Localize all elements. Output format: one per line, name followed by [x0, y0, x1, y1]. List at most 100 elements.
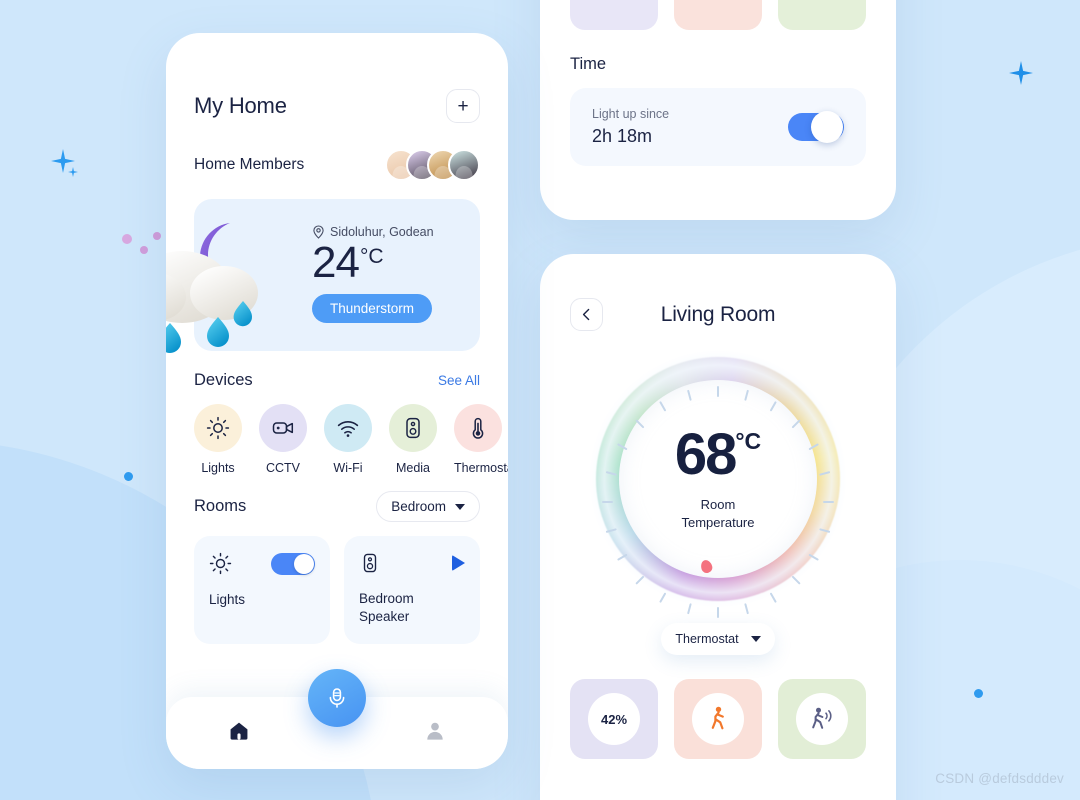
- avatar[interactable]: [448, 149, 480, 181]
- home-icon: [230, 722, 248, 740]
- sun-brightness-icon: [206, 416, 230, 440]
- devices-title: Devices: [194, 371, 253, 389]
- light-toggle[interactable]: [788, 111, 844, 143]
- device-lights[interactable]: Lights: [194, 404, 242, 475]
- decorative-dot: [153, 232, 161, 240]
- device-cctv[interactable]: CCTV: [259, 404, 307, 475]
- sensor-tile-motion[interactable]: [778, 679, 866, 759]
- plus-icon: +: [457, 95, 469, 117]
- dial-tick: [687, 603, 692, 615]
- humidity-value: 42%: [600, 711, 628, 727]
- mode-select[interactable]: Thermostat: [661, 623, 775, 655]
- light-up-since-value: 2h 18m: [592, 126, 653, 146]
- sun-brightness-icon: [209, 552, 232, 575]
- devices-strip: Lights CCTV Wi-Fi Media Thermost: [194, 404, 508, 475]
- profile-icon: [427, 722, 443, 740]
- video-camera-icon: [272, 422, 294, 434]
- device-label: CCTV: [265, 461, 301, 475]
- dial-tick: [744, 603, 749, 615]
- dial-tick: [659, 592, 667, 603]
- weather-condition-pill[interactable]: Thunderstorm: [312, 293, 433, 323]
- device-thermostat[interactable]: Thermostat: [454, 404, 508, 475]
- device-media[interactable]: Media: [389, 404, 437, 475]
- temperature-dial[interactable]: 68 °C Room Temperature: [584, 345, 852, 618]
- living-room-panel: Living Room 68 °C Room Temperature Therm…: [540, 254, 896, 800]
- room-select[interactable]: Bedroom: [376, 491, 480, 522]
- page-title: My Home: [194, 93, 287, 118]
- light-up-since-card[interactable]: Light up since 2h 18m: [570, 88, 866, 166]
- dial-tick: [769, 592, 777, 603]
- device-wifi[interactable]: Wi-Fi: [324, 404, 372, 475]
- dial-temperature-value: 68: [674, 421, 737, 487]
- decorative-dot: [974, 689, 983, 698]
- weather-location-text: Sidoluhur, Godean: [330, 225, 434, 239]
- sensor-card-motion[interactable]: Motion Sensor: [778, 0, 866, 30]
- humidity-value-bubble: 42%: [588, 693, 640, 745]
- walking-person-icon: [711, 706, 724, 730]
- wifi-icon: [337, 421, 359, 437]
- device-label: Lights: [201, 461, 235, 475]
- rain-cloud-moon-icon: [166, 223, 258, 353]
- microphone-icon: [329, 688, 345, 708]
- room-select-value: Bedroom: [391, 499, 446, 514]
- room-card-lights[interactable]: Lights: [194, 536, 330, 645]
- sparkle-icon-right: [1008, 60, 1034, 86]
- play-button[interactable]: [452, 555, 465, 571]
- back-button[interactable]: [570, 298, 603, 331]
- thermometer-icon: [472, 417, 484, 439]
- device-label: Media: [395, 461, 431, 475]
- room-card-bedroom-speaker[interactable]: Bedroom Speaker: [344, 536, 480, 645]
- nav-item-home[interactable]: [228, 720, 250, 747]
- add-button[interactable]: +: [446, 89, 480, 123]
- voice-assistant-button[interactable]: [308, 669, 366, 727]
- weather-location: Sidoluhur, Godean: [312, 225, 468, 239]
- nav-item-profile[interactable]: [424, 720, 446, 747]
- chevron-down-icon: [455, 503, 465, 510]
- motion-sensor-icon: [812, 707, 832, 729]
- see-all-link[interactable]: See All: [438, 373, 480, 388]
- page-title: Living Room: [660, 302, 776, 326]
- sensor-tile-occupancy[interactable]: [674, 679, 762, 759]
- time-section-title: Time: [570, 55, 607, 73]
- location-pin-icon: [313, 225, 324, 239]
- occupancy-bubble: [692, 693, 744, 745]
- room-card-label: Lights: [209, 592, 246, 607]
- chevron-down-icon: [750, 636, 761, 642]
- decorative-dot: [124, 472, 133, 481]
- dial-tick: [602, 501, 613, 503]
- watermark: CSDN @defdsdddev: [935, 771, 1064, 786]
- sparkle-small-icon: [68, 167, 78, 177]
- room-cards: Lights Bedroom Speaker: [194, 536, 480, 645]
- mode-select-value: Thermostat: [675, 632, 739, 646]
- decorative-dot: [122, 234, 132, 244]
- decorative-dot: [140, 246, 148, 254]
- weather-temperature: 24: [312, 238, 360, 287]
- sensor-card-occupancy[interactable]: Occupancy Sensor: [674, 0, 762, 30]
- sensor-cards-row: Inside Humidity Occupancy Sensor Motion …: [570, 0, 866, 30]
- rooms-title: Rooms: [194, 497, 247, 515]
- living-room-header: Living Room: [570, 298, 866, 331]
- lights-toggle[interactable]: [271, 552, 315, 575]
- dial-temperature-unit: °C: [735, 427, 762, 454]
- home-header: My Home +: [194, 33, 480, 123]
- light-up-since-label: Light up since: [592, 107, 670, 121]
- sensors-time-panel: Inside Humidity Occupancy Sensor Motion …: [540, 0, 896, 220]
- dial-tick: [717, 607, 719, 618]
- home-panel: My Home + Home Members Sidoluhur, Godean…: [166, 33, 508, 769]
- dial-tick: [823, 501, 834, 503]
- rooms-header: Rooms Bedroom: [194, 491, 480, 522]
- speaker-icon: [363, 553, 377, 573]
- device-label: Thermostat: [454, 461, 508, 475]
- member-avatars[interactable]: [385, 149, 480, 181]
- speaker-icon: [406, 417, 420, 439]
- home-members-label: Home Members: [194, 156, 305, 173]
- devices-header: Devices See All: [194, 371, 480, 390]
- weather-temperature-unit: °C: [359, 245, 384, 268]
- dial-readout: 68 °C Room Temperature: [619, 380, 817, 578]
- home-members-row: Home Members: [194, 149, 480, 181]
- chevron-left-icon: [582, 308, 590, 321]
- sensor-tile-humidity[interactable]: 42%: [570, 679, 658, 759]
- sensor-card-inside-humidity[interactable]: Inside Humidity: [570, 0, 658, 30]
- weather-card[interactable]: Sidoluhur, Godean 24 °C Thunderstorm: [166, 199, 480, 353]
- room-card-label: Bedroom Speaker: [359, 591, 414, 625]
